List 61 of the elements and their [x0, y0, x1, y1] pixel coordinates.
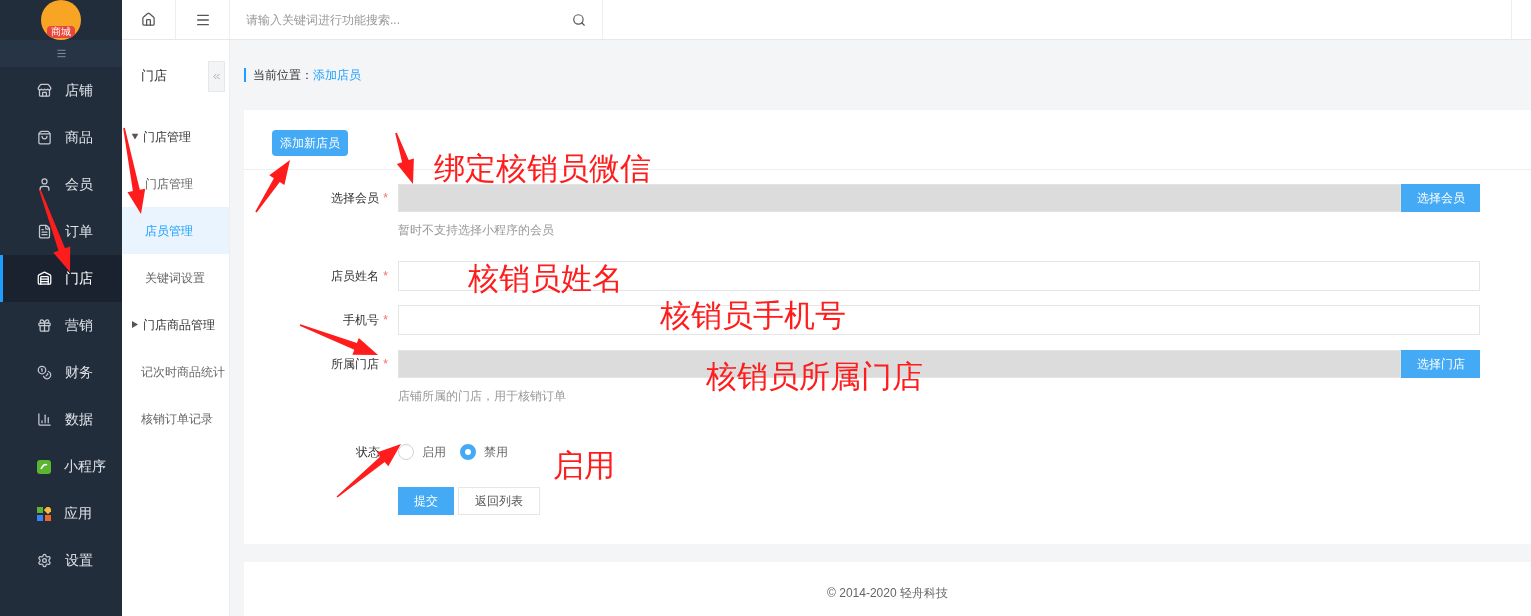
back-button[interactable]: 返回列表: [458, 487, 540, 515]
sidebar-item[interactable]: 店铺: [0, 67, 122, 114]
field-label: 状态: [356, 444, 380, 461]
field-label: 手机号: [343, 312, 380, 329]
annotation-arrow: [255, 160, 290, 213]
breadcrumb-label: 当前位置：: [253, 68, 313, 82]
field-hint: 暂时不支持选择小程序的会员: [398, 223, 555, 237]
settings-icon: [37, 553, 52, 568]
menu-item[interactable]: 门店管理: [122, 160, 229, 207]
annotation-text: 核销员手机号: [660, 300, 846, 331]
gift-icon: [37, 318, 52, 333]
annotation-arrow: [336, 444, 401, 498]
sidebar-item[interactable]: 商品: [0, 114, 122, 161]
annotation-text: 启用: [553, 450, 615, 481]
annotation-text: 核销员所属门店: [706, 361, 923, 392]
sidebar-item[interactable]: 会员: [0, 161, 122, 208]
store-icon: [37, 83, 52, 98]
search-icon: [572, 12, 586, 27]
store-icon: [37, 271, 52, 286]
menu-icon: [55, 48, 67, 59]
radio-button[interactable]: [398, 444, 414, 460]
sidebar-item[interactable]: 营销: [0, 302, 122, 349]
home-icon: [141, 12, 156, 27]
required-mark: *: [383, 190, 388, 207]
field-label: 选择会员: [331, 190, 380, 207]
sidebar-item[interactable]: 设置: [0, 537, 122, 584]
caret-icon: [132, 321, 138, 328]
search-field[interactable]: 请输入关键词进行功能搜索...: [246, 10, 572, 29]
mini-program-icon: [37, 459, 51, 474]
user-icon: [37, 177, 52, 192]
logo-label: 商城: [47, 26, 75, 38]
document-icon: [37, 224, 52, 239]
sidebar-item[interactable]: 数据: [0, 396, 122, 443]
menu-item[interactable]: 关键词设置: [122, 254, 229, 301]
bag-icon: [37, 130, 52, 145]
copyright-text: © 2014-2020 轻舟科技: [827, 585, 948, 602]
sidebar-item[interactable]: 订单: [0, 208, 122, 255]
field-label: 所属门店: [331, 356, 380, 373]
menu-group[interactable]: 门店商品管理: [122, 301, 229, 348]
annotation-arrow: [395, 132, 414, 184]
menu-item[interactable]: 记次时商品统计: [122, 348, 229, 395]
sub-navigation-title: 门店: [141, 67, 167, 86]
sidebar-item[interactable]: 财务: [0, 349, 122, 396]
field-label: 店员姓名: [331, 268, 380, 285]
required-mark: *: [383, 312, 388, 329]
caret-icon: [131, 133, 139, 140]
radio-option[interactable]: 禁用: [460, 443, 508, 461]
coins-icon: [37, 365, 52, 380]
required-mark: *: [383, 268, 388, 285]
apps-icon: [37, 506, 51, 521]
required-mark: *: [383, 356, 388, 373]
menu-item[interactable]: 核销订单记录: [122, 395, 229, 442]
annotation-text: 绑定核销员微信: [434, 153, 651, 184]
field-hint: 店铺所属的门店，用于核销订单: [398, 389, 567, 403]
annotation-text: 核销员姓名: [468, 263, 623, 294]
radio-button[interactable]: [460, 444, 476, 460]
sidebar-item[interactable]: 门店: [0, 255, 122, 302]
chart-icon: [37, 412, 52, 427]
sidebar-item[interactable]: 应用: [0, 490, 122, 537]
sidebar-item[interactable]: 小程序: [0, 443, 122, 490]
radio-option[interactable]: 启用: [398, 443, 446, 461]
